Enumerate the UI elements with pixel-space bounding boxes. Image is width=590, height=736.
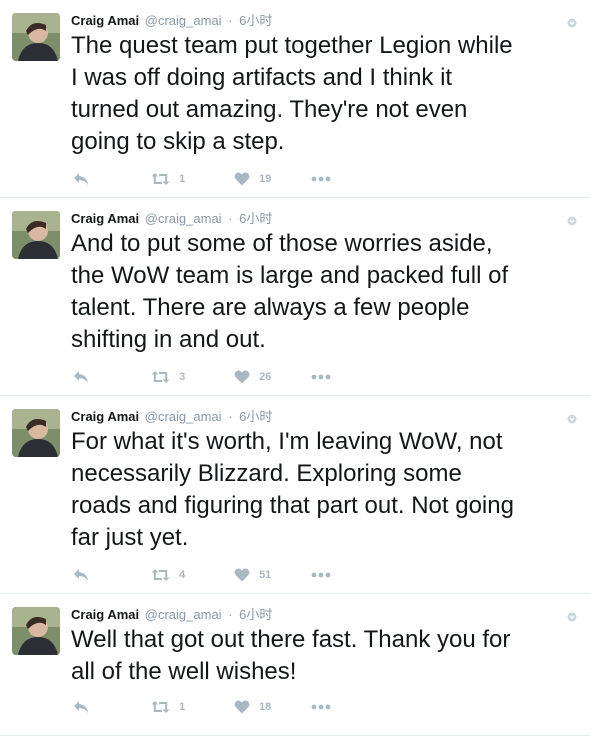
caret-down-icon[interactable] — [567, 213, 577, 226]
reply-icon — [74, 701, 88, 714]
separator-dot: · — [228, 409, 233, 424]
caret-down-icon[interactable] — [567, 411, 577, 424]
tweet-actions: 1 18 — [71, 698, 351, 716]
avatar[interactable] — [12, 13, 60, 61]
more-button[interactable] — [311, 698, 331, 716]
separator-dot: · — [228, 607, 233, 622]
tweet-header: Craig Amai @craig_amai · 6小时 — [71, 210, 272, 228]
tweet-actions: 4 51 — [71, 566, 351, 584]
caret-down-icon[interactable] — [567, 609, 577, 622]
heart-icon — [234, 370, 250, 384]
like-button[interactable]: 51 — [234, 566, 271, 584]
retweet-count: 1 — [179, 173, 186, 186]
author-name[interactable]: Craig Amai — [71, 409, 139, 424]
tweet-header: Craig Amai @craig_amai · 6小时 — [71, 408, 272, 426]
tweet[interactable]: Craig Amai @craig_amai · 6小时 Well that g… — [0, 594, 590, 736]
heart-icon — [234, 700, 250, 714]
tweet-text: Well that got out there fast. Thank you … — [71, 626, 511, 685]
retweet-icon — [151, 569, 170, 582]
tweet-timeline: Craig Amai @craig_amai · 6小时 The quest t… — [0, 0, 590, 736]
reply-button[interactable] — [73, 368, 90, 386]
separator-dot: · — [228, 211, 233, 226]
caret-down-icon[interactable] — [567, 15, 577, 28]
like-count: 18 — [259, 701, 272, 714]
like-button[interactable]: 19 — [234, 170, 271, 188]
retweet-count: 3 — [179, 371, 186, 384]
more-button[interactable] — [311, 368, 331, 386]
author-name[interactable]: Craig Amai — [71, 607, 139, 622]
tweet-header: Craig Amai @craig_amai · 6小时 — [71, 606, 272, 624]
tweet[interactable]: Craig Amai @craig_amai · 6小时 For what it… — [0, 396, 590, 594]
tweet[interactable]: Craig Amai @craig_amai · 6小时 The quest t… — [0, 0, 590, 198]
tweet-header: Craig Amai @craig_amai · 6小时 — [71, 12, 272, 30]
heart-icon — [234, 172, 250, 186]
like-count: 19 — [259, 173, 272, 186]
more-icon — [311, 374, 331, 380]
author-handle[interactable]: @craig_amai — [145, 13, 222, 28]
retweet-button[interactable]: 1 — [151, 170, 185, 188]
retweet-icon — [151, 701, 170, 714]
avatar[interactable] — [12, 211, 60, 259]
author-name[interactable]: Craig Amai — [71, 13, 139, 28]
tweet-actions: 3 26 — [71, 368, 351, 386]
tweet[interactable]: Craig Amai @craig_amai · 6小时 And to put … — [0, 198, 590, 396]
more-icon — [311, 704, 331, 710]
heart-icon — [234, 568, 250, 582]
reply-button[interactable] — [73, 566, 90, 584]
more-button[interactable] — [311, 566, 331, 584]
reply-icon — [74, 371, 88, 384]
avatar[interactable] — [12, 409, 60, 457]
tweet-timestamp[interactable]: 6小时 — [239, 13, 272, 28]
author-handle[interactable]: @craig_amai — [145, 211, 222, 226]
tweet-text: The quest team put together Legion while… — [71, 32, 513, 155]
tweet-text: And to put some of those worries aside, … — [71, 230, 509, 353]
author-name[interactable]: Craig Amai — [71, 211, 139, 226]
like-count: 26 — [259, 371, 272, 384]
tweet-timestamp[interactable]: 6小时 — [239, 211, 272, 226]
retweet-count: 4 — [179, 569, 186, 582]
retweet-button[interactable]: 3 — [151, 368, 185, 386]
tweet-timestamp[interactable]: 6小时 — [239, 607, 272, 622]
author-handle[interactable]: @craig_amai — [145, 409, 222, 424]
more-button[interactable] — [311, 170, 331, 188]
separator-dot: · — [228, 13, 233, 28]
retweet-icon — [151, 173, 170, 186]
reply-button[interactable] — [73, 170, 90, 188]
tweet-text: For what it's worth, I'm leaving WoW, no… — [71, 428, 514, 551]
reply-icon — [74, 173, 88, 186]
retweet-count: 1 — [179, 701, 186, 714]
retweet-icon — [151, 371, 170, 384]
reply-button[interactable] — [73, 698, 90, 716]
like-count: 51 — [259, 569, 272, 582]
author-handle[interactable]: @craig_amai — [145, 607, 222, 622]
more-icon — [311, 176, 331, 182]
retweet-button[interactable]: 4 — [151, 566, 185, 584]
avatar[interactable] — [12, 607, 60, 655]
more-icon — [311, 572, 331, 578]
like-button[interactable]: 18 — [234, 698, 271, 716]
tweet-timestamp[interactable]: 6小时 — [239, 409, 272, 424]
reply-icon — [74, 569, 88, 582]
like-button[interactable]: 26 — [234, 368, 271, 386]
tweet-actions: 1 19 — [71, 170, 351, 188]
retweet-button[interactable]: 1 — [151, 698, 185, 716]
